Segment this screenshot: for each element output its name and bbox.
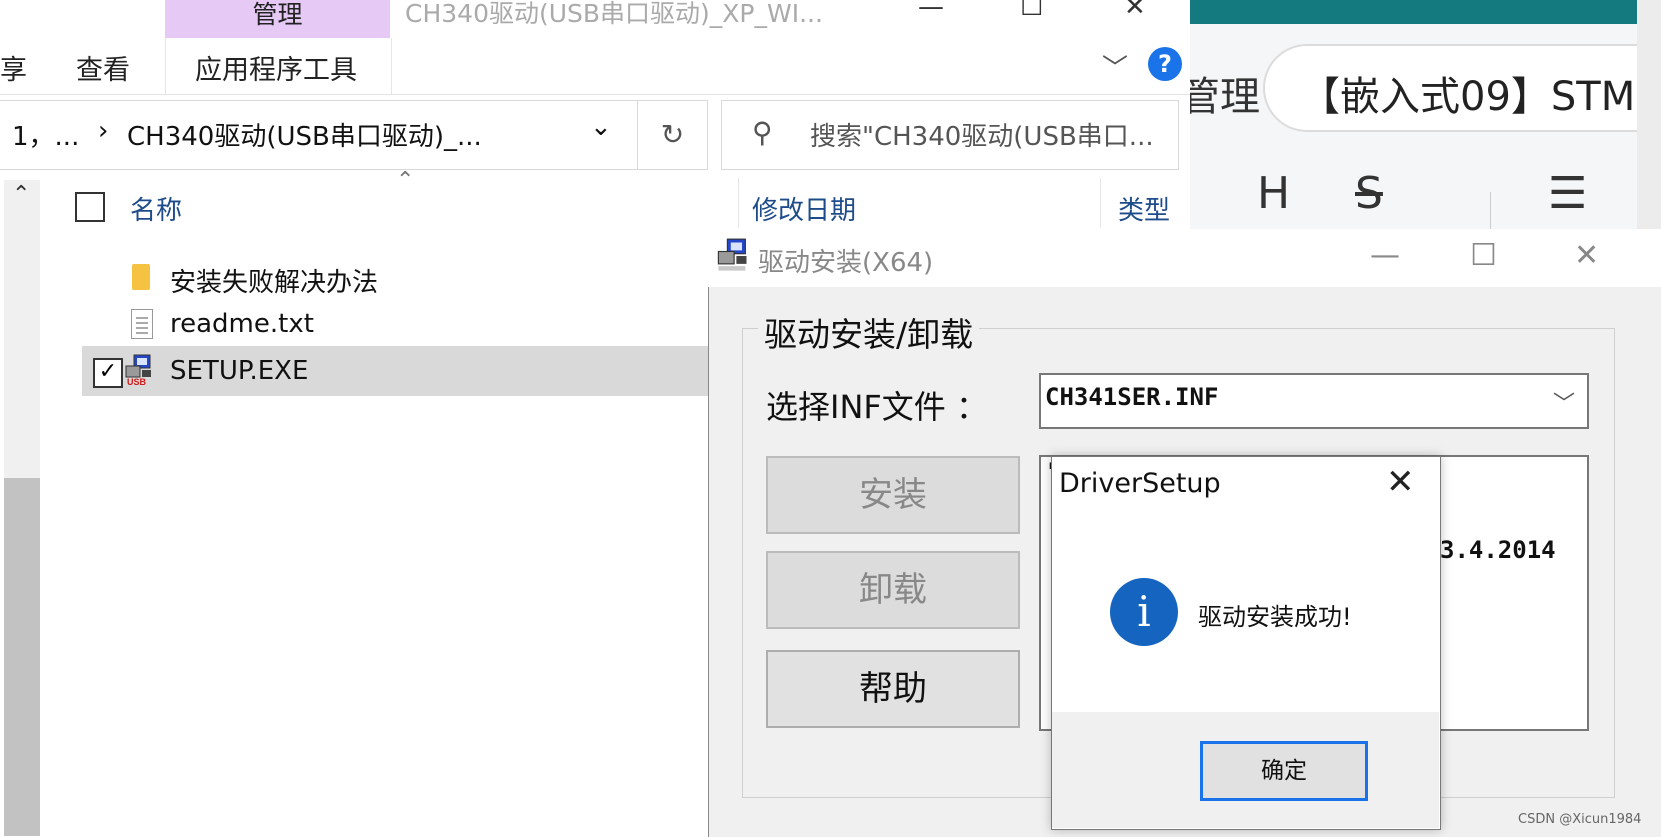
- search-input[interactable]: 搜索"CH340驱动(USB串口...: [810, 116, 1154, 153]
- text-file-icon: [131, 309, 153, 339]
- article-title[interactable]: 【嵌入式09】STM3: [1300, 64, 1661, 122]
- driver-version-text: 3.4.2014: [1440, 536, 1556, 564]
- groupbox-label: 驱动安装/卸载: [758, 308, 980, 356]
- scrollbar-thumb[interactable]: [4, 478, 40, 836]
- chevron-down-icon[interactable]: ﹀: [1102, 48, 1128, 85]
- list-icon[interactable]: ☰: [1548, 168, 1587, 219]
- info-icon: i: [1110, 578, 1178, 646]
- folder-icon: [132, 264, 150, 290]
- maximize-button[interactable]: ☐: [1020, 0, 1043, 22]
- scroll-up-icon[interactable]: ⌃: [12, 182, 30, 207]
- ok-button[interactable]: 确定: [1200, 741, 1368, 801]
- driver-dialog-title: 驱动安装(X64): [758, 248, 934, 278]
- ribbon-tab-view[interactable]: 查看: [76, 48, 130, 87]
- ribbon-tab-app-tools[interactable]: 应用程序工具: [195, 48, 357, 87]
- column-header-modified[interactable]: 修改日期: [752, 190, 856, 227]
- file-row-name[interactable]: SETUP.EXE: [170, 356, 308, 386]
- minimize-button[interactable]: —: [1370, 238, 1400, 273]
- uninstall-button[interactable]: 卸载: [766, 551, 1020, 629]
- ribbon-tab-share[interactable]: 享: [0, 48, 27, 87]
- strikethrough-icon[interactable]: S: [1355, 168, 1383, 219]
- install-button[interactable]: 安装: [766, 456, 1020, 534]
- address-dropdown-icon[interactable]: ⌄: [590, 112, 612, 142]
- refresh-icon[interactable]: ↻: [637, 100, 708, 170]
- toolbar-divider: [1490, 192, 1491, 234]
- file-row-name[interactable]: readme.txt: [170, 309, 314, 339]
- svg-text:USB: USB: [127, 377, 147, 386]
- inf-file-value[interactable]: CH341SER.INF: [1045, 383, 1218, 411]
- ribbon-tab-manage[interactable]: 管理: [165, 0, 390, 38]
- explorer-window-title: CH340驱动(USB串口驱动)_XP_WI...: [405, 0, 823, 28]
- file-row-name[interactable]: 安装失败解决办法: [170, 262, 378, 299]
- column-divider[interactable]: [738, 178, 739, 228]
- help-icon[interactable]: ?: [1148, 47, 1182, 81]
- close-button[interactable]: ✕: [1574, 238, 1599, 273]
- message-box-title: DriverSetup: [1059, 468, 1221, 499]
- browser-header-strip: [1190, 0, 1661, 24]
- row-checkbox-checked[interactable]: ✓: [93, 358, 123, 388]
- column-divider[interactable]: [1100, 178, 1101, 228]
- close-icon[interactable]: ✕: [1386, 462, 1415, 502]
- maximize-button[interactable]: ☐: [1470, 238, 1497, 273]
- browser-manage-label[interactable]: 管理: [1180, 64, 1260, 122]
- breadcrumb-parent[interactable]: 1，...: [12, 116, 79, 153]
- csdn-watermark: CSDN @Xicun1984: [1518, 812, 1642, 827]
- select-all-checkbox[interactable]: [75, 192, 105, 222]
- search-icon: ⚲: [752, 116, 773, 149]
- driver-setup-icon: [717, 238, 747, 271]
- inf-file-label: 选择INF文件 ：: [766, 388, 988, 426]
- message-text: 驱动安装成功!: [1198, 603, 1352, 631]
- column-header-name[interactable]: 名称: [130, 190, 182, 227]
- minimize-button[interactable]: —: [918, 0, 944, 22]
- chevron-right-icon: ›: [98, 116, 109, 146]
- close-button[interactable]: ✕: [1124, 0, 1146, 22]
- breadcrumb-current[interactable]: CH340驱动(USB串口驱动)_...: [127, 116, 482, 153]
- column-header-type[interactable]: 类型: [1118, 190, 1170, 227]
- heading-icon[interactable]: H: [1257, 168, 1290, 219]
- sort-up-icon: ⌃: [396, 168, 415, 193]
- help-button[interactable]: 帮助: [766, 650, 1020, 728]
- setup-exe-icon: USB: [125, 354, 151, 386]
- chevron-down-icon[interactable]: ﹀: [1553, 386, 1575, 418]
